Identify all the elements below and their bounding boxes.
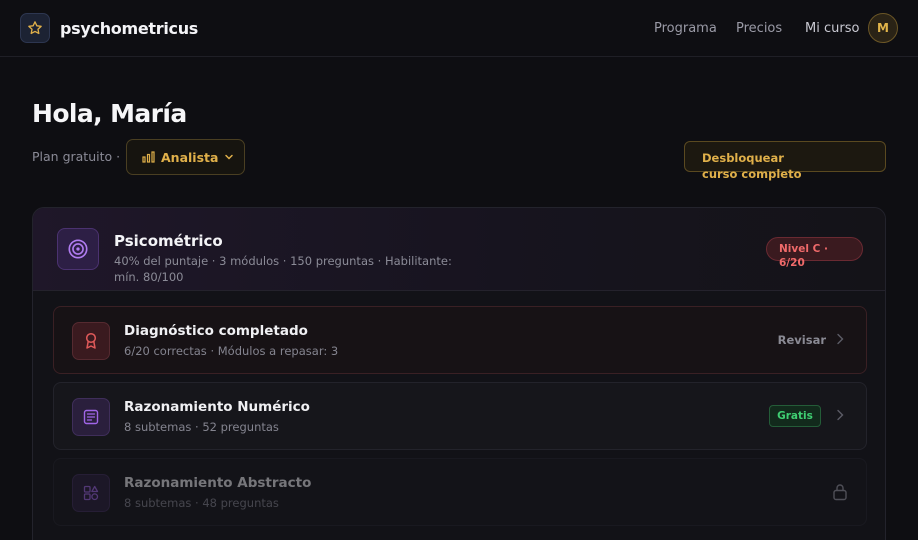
list-item-diagnostico[interactable]: Diagnóstico completado 6/20 correctas · … bbox=[53, 306, 867, 374]
nav-precios[interactable]: Precios bbox=[736, 21, 782, 36]
chevron-right-icon bbox=[837, 333, 844, 345]
avatar[interactable]: M bbox=[868, 13, 898, 43]
bar-chart-icon bbox=[142, 151, 155, 163]
plan-dropdown[interactable]: Analista bbox=[126, 139, 245, 175]
chevron-down-icon bbox=[225, 154, 234, 160]
star-icon bbox=[28, 21, 42, 35]
list-item-razonamiento-numerico[interactable]: Razonamiento Numérico 8 subtemas · 52 pr… bbox=[53, 382, 867, 450]
level-badge: Nivel C · 6/20 bbox=[766, 237, 863, 269]
logo[interactable] bbox=[20, 13, 50, 43]
shapes-icon bbox=[83, 485, 99, 501]
row-title: Razonamiento Numérico bbox=[124, 399, 310, 415]
module-description: 40% del puntaje · 3 módulos · 150 pregun… bbox=[114, 254, 452, 284]
brand-name[interactable]: psychometricus bbox=[60, 19, 198, 38]
list-item-razonamiento-abstracto[interactable]: Razonamiento Abstracto 8 subtemas · 48 p… bbox=[53, 458, 867, 526]
page-title: Hola, María bbox=[32, 99, 187, 128]
module-title: Psicométrico bbox=[114, 232, 223, 250]
status-badge: Gratis bbox=[769, 405, 821, 427]
row-subtitle: 8 subtemas · 48 preguntas bbox=[124, 496, 279, 510]
row-subtitle: 6/20 correctas · Módulos a repasar: 3 bbox=[124, 344, 339, 358]
nav-mi-curso[interactable]: Mi curso bbox=[805, 21, 859, 36]
level-badge-label: Nivel C · 6/20 bbox=[779, 243, 828, 269]
row-title: Razonamiento Abstracto bbox=[124, 475, 312, 491]
module-header[interactable]: Psicométrico 40% del puntaje · 3 módulos… bbox=[33, 208, 885, 291]
award-icon bbox=[85, 332, 97, 349]
row-icon bbox=[72, 398, 110, 436]
top-navbar: psychometricus Programa Precios Mi curso… bbox=[0, 0, 918, 57]
unlock-course-label: Desbloquear curso completo bbox=[702, 151, 802, 181]
plan-label: Plan gratuito · bbox=[32, 149, 121, 164]
lock-icon bbox=[833, 484, 847, 501]
chevron-right-icon bbox=[837, 409, 844, 421]
plan-selected-value: Analista bbox=[161, 149, 219, 165]
row-icon bbox=[72, 322, 110, 360]
calculator-icon bbox=[83, 409, 99, 425]
row-subtitle: 8 subtemas · 52 preguntas bbox=[124, 420, 279, 434]
row-icon bbox=[72, 474, 110, 512]
row-title: Diagnóstico completado bbox=[124, 323, 308, 339]
target-icon bbox=[68, 239, 88, 259]
unlock-course-button[interactable]: Desbloquear curso completo bbox=[684, 141, 886, 181]
review-button[interactable]: Revisar bbox=[778, 333, 826, 347]
module-icon bbox=[57, 228, 99, 270]
nav-programa[interactable]: Programa bbox=[654, 21, 717, 36]
module-card: Psicométrico 40% del puntaje · 3 módulos… bbox=[32, 207, 886, 540]
